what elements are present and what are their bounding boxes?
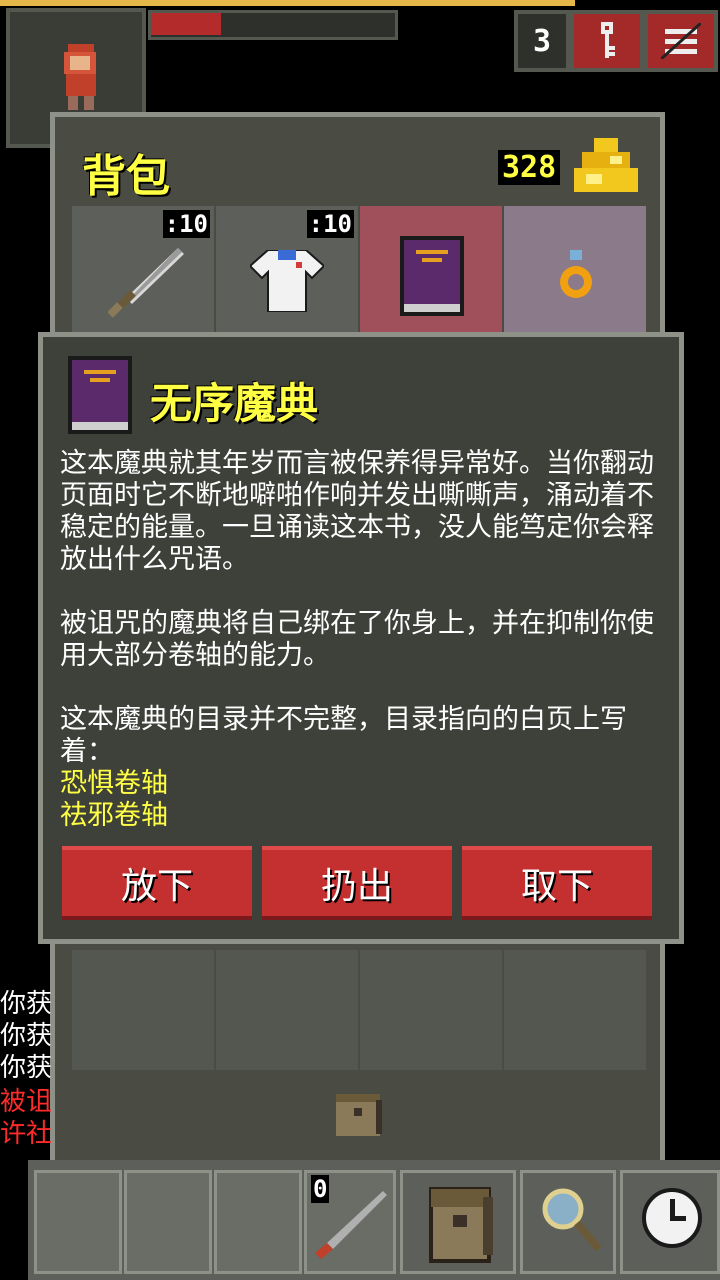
slot-level: :10: [162, 210, 210, 238]
item-name: 无序魔典: [150, 379, 319, 428]
log-line-cursed: 被诅: [0, 1087, 53, 1117]
quickslot-4[interactable]: 0: [304, 1170, 396, 1274]
backpack-icon: [429, 1187, 493, 1263]
inventory-slot-weapon[interactable]: :10: [72, 206, 214, 334]
inventory-slot-empty[interactable]: [504, 950, 646, 1070]
ring-icon: [560, 250, 592, 298]
description-paragraph-1: 这本魔典就其年岁而言被保养得异常好。当你翻动页面时它不断地噼啪作响并发出嘶嘶声，…: [60, 448, 654, 575]
quickslot-3[interactable]: [214, 1170, 302, 1274]
log-line: 你获: [0, 1053, 53, 1083]
depth-indicator[interactable]: 3: [514, 10, 570, 72]
health-fill: [151, 13, 221, 35]
inventory-slot-empty[interactable]: [216, 950, 358, 1070]
inventory-slot-ring[interactable]: [504, 206, 646, 334]
inventory-slot-empty[interactable]: [72, 950, 214, 1070]
journal-button[interactable]: [570, 10, 644, 72]
log-line: 你获: [0, 1021, 53, 1051]
drop-button[interactable]: 放下: [62, 846, 252, 920]
wait-button[interactable]: [620, 1170, 720, 1274]
description-paragraph-3: 这本魔典的目录并不完整，目录指向的白页上写着：: [60, 704, 627, 767]
slot-level: :10: [306, 210, 354, 238]
magnifier-icon: [542, 1188, 603, 1252]
unequip-button[interactable]: 取下: [462, 846, 652, 920]
inventory-slot-armor[interactable]: :10: [216, 206, 358, 334]
cloth-armor-icon: [250, 250, 324, 312]
key-icon: [601, 22, 615, 58]
sword-icon: [108, 248, 184, 318]
log-line-cursed: 许社: [0, 1119, 53, 1149]
backpack-title: 背包: [82, 151, 170, 202]
depth-text: 3: [532, 23, 552, 59]
hero-sprite-icon: [64, 44, 96, 110]
quickslot-2[interactable]: [124, 1170, 212, 1274]
grimoire-icon: [400, 236, 464, 316]
item-description: 这本魔典就其年岁而言被保养得异常好。当你翻动页面时它不断地噼啪作响并发出嘶嘶声，…: [60, 448, 660, 832]
scroll-entry-2: 祛邪卷轴: [60, 800, 168, 831]
quickslot-1[interactable]: [34, 1170, 122, 1274]
inventory-slot-empty[interactable]: [360, 950, 502, 1070]
gold-count: 328: [498, 150, 561, 185]
throw-button[interactable]: 扔出: [262, 846, 452, 920]
log-line: 你获: [0, 989, 53, 1019]
search-button[interactable]: [520, 1170, 616, 1274]
grimoire-icon: [68, 356, 132, 434]
menu-button[interactable]: [644, 10, 718, 72]
description-paragraph-2: 被诅咒的魔典将自己绑在了你身上，并在抑制你使用大部分卷轴的能力。: [60, 608, 654, 671]
experience-bar: [0, 0, 575, 6]
gold-pile-icon: [574, 138, 638, 192]
clock-icon: [642, 1188, 702, 1248]
backpack-tab-icon[interactable]: [332, 1086, 384, 1138]
backpack-button[interactable]: [400, 1170, 516, 1274]
inventory-slot-artifact[interactable]: [360, 206, 502, 334]
scroll-entry-1: 恐惧卷轴: [60, 768, 168, 799]
dart-icon: [315, 1191, 387, 1259]
menu-icon: [661, 23, 701, 59]
